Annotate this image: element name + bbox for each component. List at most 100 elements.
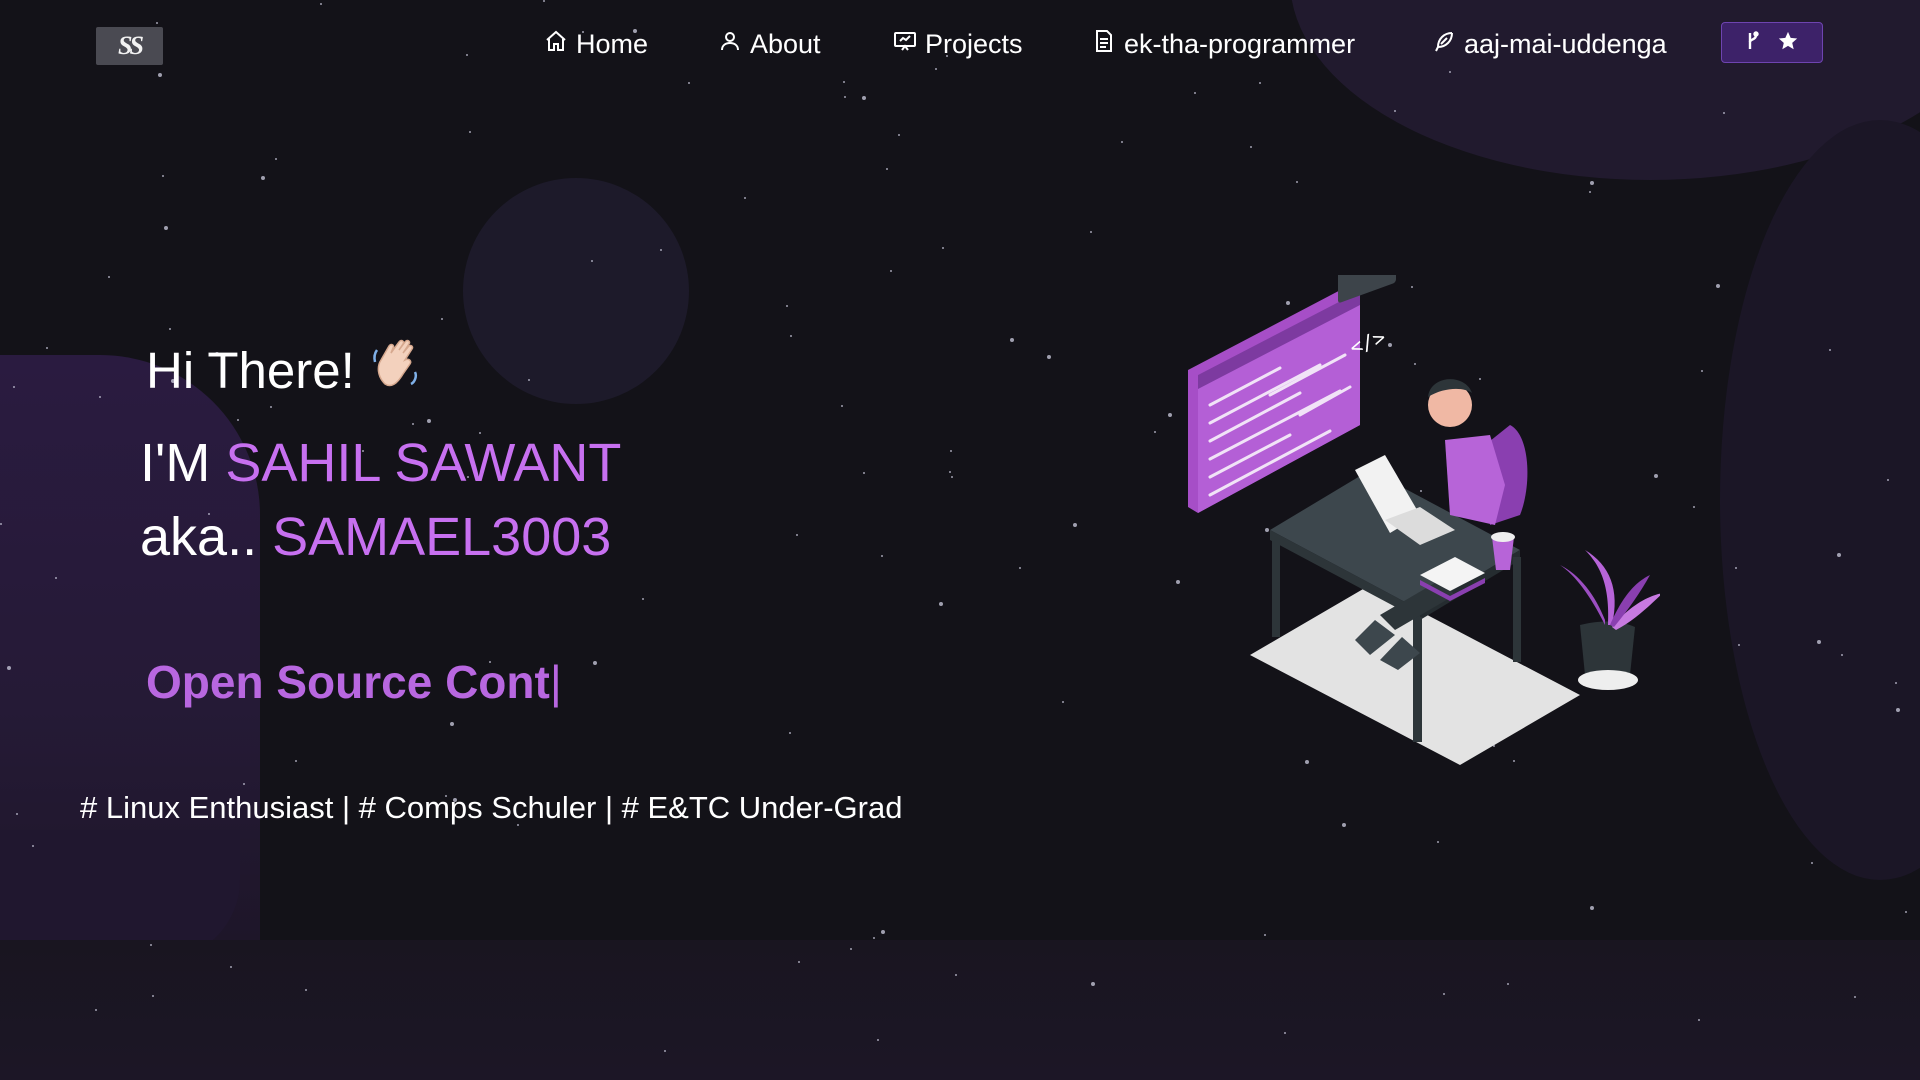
star — [450, 722, 454, 726]
star — [275, 158, 277, 160]
star — [877, 1039, 879, 1041]
star — [844, 96, 846, 98]
nav-about-label: About — [750, 28, 821, 59]
star — [1062, 701, 1064, 703]
star — [1698, 1019, 1700, 1021]
star — [1010, 338, 1014, 342]
background-blob — [0, 940, 1920, 1080]
star — [1121, 141, 1123, 143]
star — [1905, 911, 1907, 913]
star — [1264, 934, 1266, 936]
star — [1896, 708, 1900, 712]
star — [1073, 523, 1077, 527]
star — [1507, 983, 1509, 985]
im-prefix: I'M — [140, 433, 211, 493]
star — [95, 1009, 97, 1011]
nav-home-label: Home — [576, 28, 649, 59]
aka-prefix: aka.. — [140, 507, 258, 567]
star — [164, 226, 168, 230]
nav-projects-label: Projects — [925, 28, 1023, 59]
star — [850, 948, 852, 950]
star — [1342, 823, 1346, 827]
git-fork-icon — [1745, 30, 1761, 56]
star — [863, 472, 865, 474]
nav-aaj-mai-uddenga[interactable]: aaj-mai-uddenga — [1432, 26, 1667, 62]
logo[interactable]: SS — [96, 27, 163, 65]
typed-text: Open Source Cont — [146, 656, 550, 708]
nav-ek-tha-programmer[interactable]: ek-tha-programmer — [1092, 26, 1355, 62]
star — [0, 523, 2, 525]
alias-name: SAMAEL3003 — [272, 507, 612, 567]
greeting: Hi There! — [146, 336, 425, 404]
star — [1168, 413, 1172, 417]
star — [1090, 231, 1092, 233]
star — [1154, 431, 1156, 433]
projects-icon — [893, 29, 917, 60]
star — [786, 305, 788, 307]
navbar: SS Home About Projects ek-tha-programmer… — [0, 0, 1920, 88]
user-icon — [718, 29, 742, 60]
star — [152, 995, 154, 997]
star — [1284, 1032, 1286, 1034]
star — [796, 534, 798, 536]
star — [890, 270, 892, 272]
greeting-text: Hi There! — [146, 341, 355, 399]
star — [1895, 682, 1897, 684]
developer-illustration: </> — [1188, 275, 1660, 765]
star — [243, 783, 245, 785]
background-blob — [1720, 120, 1920, 880]
star — [1735, 567, 1737, 569]
star — [1019, 567, 1021, 569]
star — [162, 175, 164, 177]
star — [1047, 355, 1051, 359]
nav-projects[interactable]: Projects — [893, 26, 1023, 62]
star — [169, 328, 171, 330]
alias-heading: aka.. SAMAEL3003 — [140, 506, 611, 568]
background-circle — [463, 178, 689, 404]
star — [295, 760, 297, 762]
star — [1829, 349, 1831, 351]
star — [528, 379, 530, 381]
star — [32, 845, 34, 847]
star — [13, 386, 15, 388]
github-fork-star-button[interactable] — [1721, 22, 1823, 63]
nav-about[interactable]: About — [718, 26, 821, 62]
star — [99, 396, 101, 398]
feather-icon — [1432, 29, 1456, 60]
star — [1817, 640, 1821, 644]
star — [841, 405, 843, 407]
star — [1091, 982, 1095, 986]
star — [873, 937, 875, 939]
star — [664, 1050, 666, 1052]
star — [16, 813, 18, 815]
nav-aaj-mai-uddenga-label: aaj-mai-uddenga — [1464, 28, 1667, 59]
home-icon — [544, 29, 568, 60]
star — [591, 260, 593, 262]
typewriter-text: Open Source Cont| — [146, 655, 562, 709]
star — [230, 966, 232, 968]
star — [1701, 370, 1703, 372]
star — [949, 471, 951, 473]
star — [1590, 181, 1594, 185]
name-heading: I'M SAHIL SAWANT — [140, 432, 621, 494]
star — [7, 666, 11, 670]
star — [150, 944, 152, 946]
document-icon — [1092, 29, 1116, 60]
star — [951, 476, 953, 478]
star — [1194, 92, 1196, 94]
star — [660, 249, 662, 251]
nav-home[interactable]: Home — [544, 26, 648, 62]
star — [1887, 479, 1889, 481]
star — [1811, 862, 1813, 864]
star — [886, 168, 888, 170]
star — [881, 930, 885, 934]
star — [1589, 191, 1591, 193]
star — [1250, 146, 1252, 148]
star — [1590, 906, 1594, 910]
star — [950, 450, 952, 452]
illustration-plant — [1560, 550, 1660, 690]
star — [642, 598, 644, 600]
star — [108, 276, 110, 278]
star — [1437, 841, 1439, 843]
star — [1837, 553, 1841, 557]
